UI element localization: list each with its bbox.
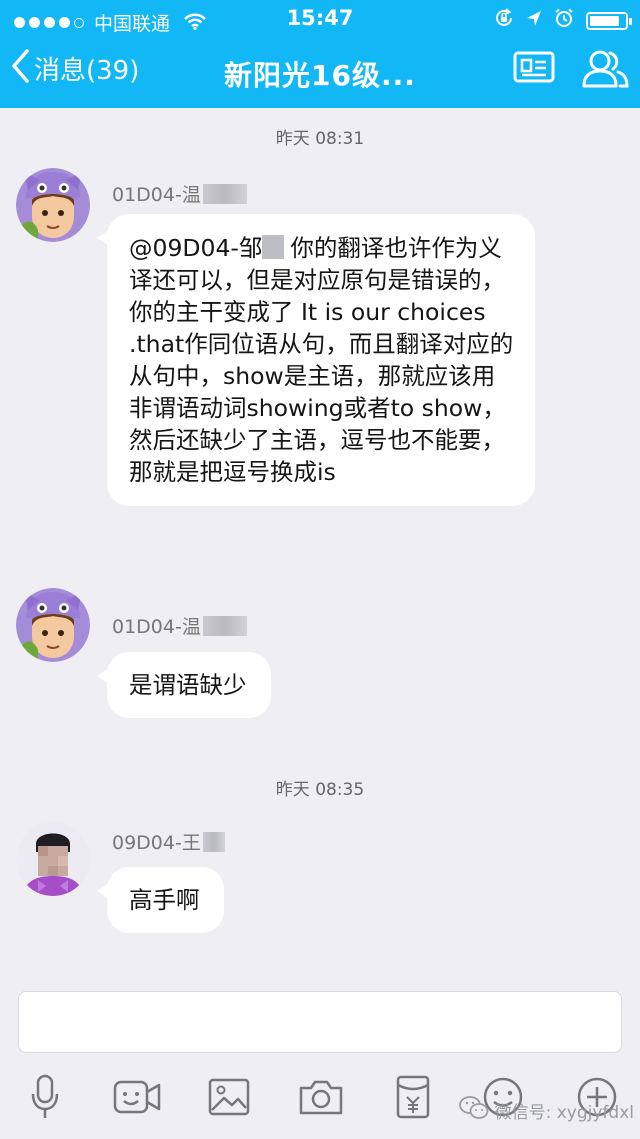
location-arrow-icon bbox=[526, 9, 542, 33]
blurred-name bbox=[202, 615, 247, 636]
status-bar: 中国联通 15:47 bbox=[0, 0, 640, 36]
avatar[interactable] bbox=[16, 588, 90, 662]
camera-icon bbox=[298, 1078, 344, 1120]
wechat-logo-icon bbox=[458, 1095, 489, 1126]
sender-name: 01D04-温 bbox=[112, 612, 247, 639]
voice-button[interactable] bbox=[20, 1074, 70, 1124]
sender-name-text: 01D04-温 bbox=[112, 184, 201, 206]
red-packet-button[interactable] bbox=[388, 1074, 438, 1124]
battery-icon bbox=[586, 11, 632, 30]
photo-button[interactable] bbox=[204, 1074, 254, 1124]
blurred-name bbox=[202, 831, 225, 852]
alarm-icon bbox=[554, 8, 574, 33]
message-bubble[interactable]: @09D04-邹 你的翻译也许作为义译还可以，但是对应原句是错误的，你的主干变成了… bbox=[97, 214, 535, 506]
message-timestamp: 昨天 08:35 bbox=[275, 780, 365, 800]
rotation-lock-icon bbox=[494, 8, 514, 33]
message-text: 高手啊 bbox=[129, 886, 200, 914]
sender-name: 01D04-温 bbox=[112, 180, 247, 207]
blurred-mention bbox=[262, 235, 285, 259]
id-card-icon bbox=[513, 51, 555, 88]
video-icon bbox=[113, 1079, 161, 1119]
red-packet-icon bbox=[396, 1075, 430, 1123]
message-input[interactable] bbox=[18, 991, 622, 1053]
camera-button[interactable] bbox=[296, 1074, 346, 1124]
status-icons bbox=[494, 8, 632, 33]
avatar[interactable] bbox=[16, 168, 90, 242]
avatar[interactable] bbox=[16, 822, 90, 896]
top-bar: 中国联通 15:47 消息(39) 新阳光16级... bbox=[0, 0, 640, 108]
message-bubble[interactable]: 是谓语缺少 bbox=[97, 652, 271, 718]
wechat-watermark: 微信号: xygjyfdxl bbox=[458, 1095, 634, 1126]
watermark-text: 微信号: xygjyfdxl bbox=[494, 1103, 634, 1123]
message-text: 你的翻译也许作为义译还可以，但是对应原句是错误的，你的主干变成了 It is o… bbox=[129, 234, 514, 486]
group-members-button[interactable] bbox=[580, 46, 630, 94]
video-call-button[interactable] bbox=[112, 1074, 162, 1124]
message-text: 是谓语缺少 bbox=[129, 671, 247, 699]
group-card-button[interactable] bbox=[513, 50, 555, 88]
message-bubble[interactable]: 高手啊 bbox=[97, 867, 224, 933]
sender-name-text: 09D04-王 bbox=[112, 832, 201, 854]
sender-name: 09D04-王 bbox=[112, 828, 225, 855]
mention-text: @09D04-邹 bbox=[129, 234, 263, 262]
group-members-icon bbox=[580, 50, 630, 94]
microphone-icon bbox=[30, 1074, 60, 1124]
sender-name-text: 01D04-温 bbox=[112, 616, 201, 638]
blurred-name bbox=[202, 183, 247, 204]
message-timestamp: 昨天 08:31 bbox=[275, 129, 365, 149]
image-icon bbox=[208, 1078, 250, 1120]
battery-level-fill bbox=[590, 15, 619, 26]
navigation-bar: 消息(39) 新阳光16级... bbox=[0, 36, 640, 108]
